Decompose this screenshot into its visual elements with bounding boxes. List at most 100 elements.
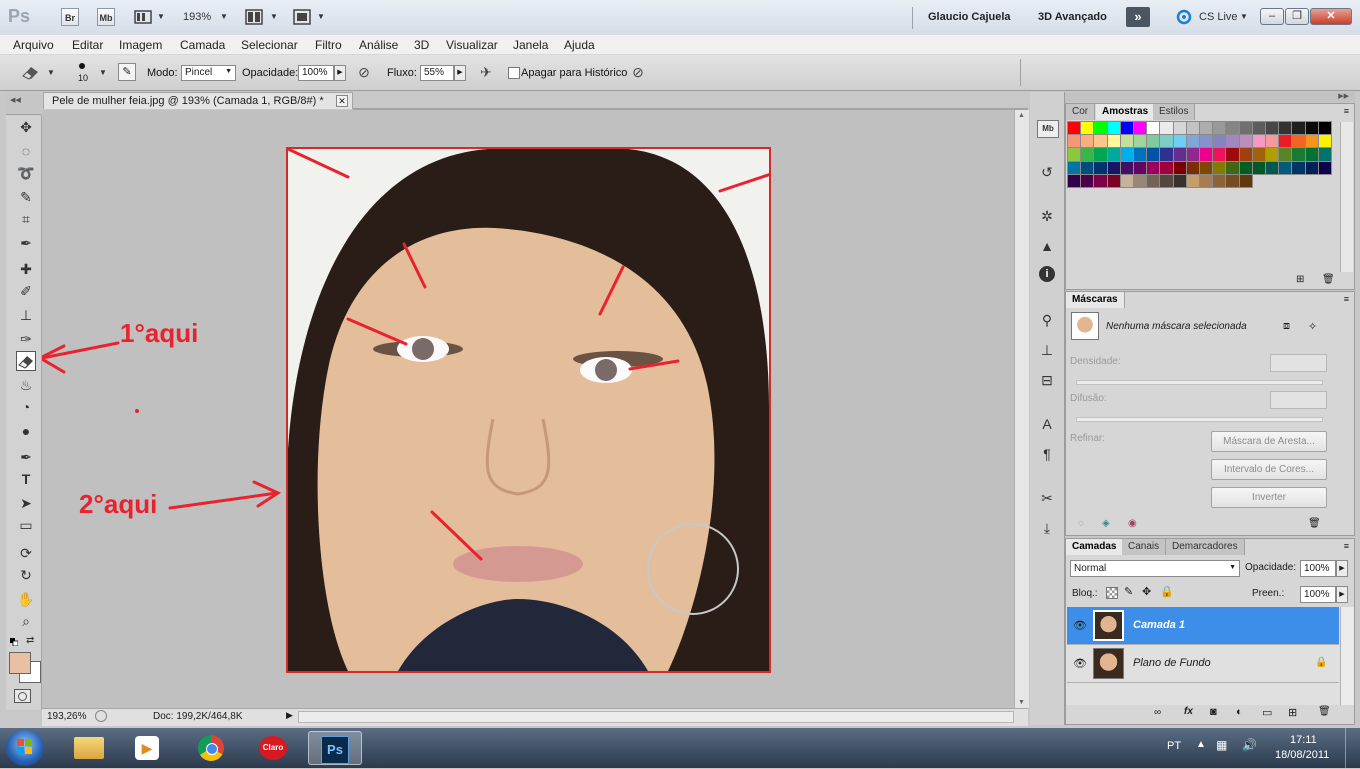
load-selection-icon[interactable]: ◌	[1078, 518, 1084, 529]
lock-transparency-icon[interactable]	[1106, 587, 1118, 599]
color-swatch[interactable]	[1198, 134, 1214, 149]
new-group-icon[interactable]: ▭	[1262, 706, 1272, 719]
layers-scrollbar[interactable]	[1340, 607, 1354, 705]
menu-filtro[interactable]: Filtro	[315, 38, 342, 52]
blur-tool-icon[interactable]: ◔	[16, 397, 36, 417]
tab-layers[interactable]: Camadas	[1066, 539, 1124, 555]
trash-icon[interactable]: 🗑	[1318, 706, 1331, 717]
status-zoom[interactable]: 193,26%	[47, 711, 86, 722]
color-swatch[interactable]	[1238, 147, 1253, 162]
color-swatch[interactable]	[1317, 160, 1332, 175]
layer-row-camada-1[interactable]: 👁 Camada 1	[1067, 607, 1339, 645]
status-menu-arrow-icon[interactable]: ▶	[286, 710, 293, 721]
menu-janela[interactable]: Janela	[513, 38, 548, 52]
color-swatch[interactable]	[1159, 160, 1174, 175]
zoom-tool-icon[interactable]: ⌕	[16, 611, 36, 631]
color-swatch[interactable]	[1304, 147, 1319, 162]
apply-mask-icon[interactable]: ◈	[1102, 518, 1110, 529]
menu-arquivo[interactable]: Arquivo	[13, 38, 54, 52]
color-swatch[interactable]	[1251, 134, 1266, 149]
path-selection-tool-icon[interactable]: ➤	[16, 493, 36, 513]
color-swatch[interactable]	[1119, 160, 1134, 175]
color-swatch[interactable]	[1225, 160, 1240, 175]
color-swatch[interactable]	[1238, 134, 1253, 149]
chrome-taskbar-button[interactable]	[184, 731, 238, 765]
vector-mask-icon[interactable]: ✧	[1308, 320, 1317, 333]
blend-mode-select[interactable]: Normal ▼	[1070, 560, 1240, 577]
tab-paths[interactable]: Demarcadores	[1166, 539, 1245, 555]
add-mask-icon[interactable]: ◙	[1210, 706, 1217, 718]
color-swatch[interactable]	[1172, 147, 1187, 162]
collapse-icon[interactable]: ◀◀	[10, 96, 21, 104]
brush-tip-icon[interactable]	[79, 63, 85, 69]
actions-panel-icon[interactable]: ✂	[1037, 488, 1057, 508]
pressure-size-icon[interactable]: ⊘	[629, 64, 647, 82]
color-swatch[interactable]	[1119, 134, 1134, 149]
color-swatch[interactable]	[1172, 173, 1187, 188]
navigator-panel-icon[interactable]: ✲	[1037, 206, 1057, 226]
layer-opacity-input[interactable]: 100%	[1300, 560, 1336, 577]
foreground-color-swatch[interactable]	[9, 652, 31, 674]
swap-colors-icon[interactable]: ⇄	[26, 635, 34, 646]
histogram-panel-icon[interactable]: ▲	[1037, 236, 1057, 256]
color-swatch[interactable]	[1146, 173, 1161, 188]
color-swatch[interactable]	[1093, 147, 1108, 162]
start-button[interactable]	[6, 730, 44, 766]
fill-input[interactable]: 100%	[1300, 586, 1336, 603]
tab-channels[interactable]: Canais	[1122, 539, 1167, 555]
invert-button[interactable]: Inverter	[1211, 487, 1327, 508]
history-panel-icon[interactable]: ↺	[1037, 162, 1057, 182]
hand-tool-icon[interactable]: ✋	[16, 589, 36, 609]
quick-selection-tool-icon[interactable]: ✎	[16, 187, 36, 207]
pressure-opacity-icon[interactable]: ⊘	[355, 64, 373, 82]
lock-pixels-icon[interactable]: ✎	[1124, 585, 1133, 598]
color-swatch[interactable]	[1066, 173, 1082, 188]
color-swatch[interactable]	[1080, 120, 1095, 136]
menu-editar[interactable]: Editar	[72, 38, 103, 52]
color-swatch[interactable]	[1198, 120, 1214, 136]
color-swatch[interactable]	[1317, 134, 1332, 149]
paint-bucket-tool-icon[interactable]: ♨	[16, 375, 36, 395]
color-swatch[interactable]	[1119, 120, 1134, 136]
eraser-tool-icon[interactable]	[16, 351, 36, 371]
status-info-icon[interactable]	[95, 710, 107, 722]
cs-live-label[interactable]: CS Live	[1199, 11, 1238, 23]
pixel-mask-icon[interactable]: ⧈	[1283, 320, 1290, 333]
color-swatch[interactable]	[1159, 147, 1174, 162]
color-swatch[interactable]	[1304, 120, 1319, 136]
clone-source-panel-icon[interactable]: ⊥	[1037, 340, 1057, 360]
flow-slider-button[interactable]: ▶	[454, 65, 466, 81]
tool-presets-panel-icon[interactable]: ⊟	[1037, 370, 1057, 390]
color-swatch[interactable]	[1212, 147, 1227, 162]
color-swatch[interactable]	[1146, 160, 1161, 175]
paragraph-panel-icon[interactable]: ¶	[1037, 444, 1057, 464]
color-swatch[interactable]	[1278, 134, 1293, 149]
type-tool-icon[interactable]: T	[16, 469, 36, 489]
color-swatch[interactable]	[1291, 147, 1306, 162]
color-swatch[interactable]	[1185, 147, 1200, 162]
color-swatch[interactable]	[1080, 173, 1095, 188]
color-swatch[interactable]	[1185, 120, 1200, 136]
user-name[interactable]: Glaucio Cajuela	[928, 11, 1011, 23]
lasso-tool-icon[interactable]: ➰	[16, 163, 36, 183]
chevron-down-icon[interactable]: ▼	[99, 68, 107, 77]
bridge-button[interactable]: Br	[61, 8, 79, 26]
layer-opacity-slider-button[interactable]: ▶	[1336, 560, 1348, 577]
color-swatch[interactable]	[1093, 120, 1108, 136]
color-swatch[interactable]	[1212, 134, 1227, 149]
canvas-area[interactable]: 1°aqui 2°aqui	[42, 110, 1028, 708]
clone-stamp-tool-icon[interactable]: ⊥	[16, 305, 36, 325]
color-swatch[interactable]	[1317, 120, 1332, 136]
clock-time[interactable]: 17:11	[1290, 734, 1317, 746]
marquee-tool-icon[interactable]: ◌	[16, 141, 36, 161]
color-swatch[interactable]	[1106, 134, 1121, 149]
mask-edge-button[interactable]: Máscara de Aresta...	[1211, 431, 1327, 452]
pen-tool-icon[interactable]: ✒	[16, 447, 36, 467]
menu-ajuda[interactable]: Ajuda	[564, 38, 595, 52]
color-swatch[interactable]	[1225, 173, 1240, 188]
airbrush-icon[interactable]: ✈	[477, 64, 495, 82]
color-swatch[interactable]	[1119, 147, 1134, 162]
notes-panel-icon[interactable]: ⤓	[1037, 518, 1057, 538]
color-swatch[interactable]	[1291, 160, 1306, 175]
layer-name[interactable]: Plano de Fundo	[1133, 657, 1211, 669]
